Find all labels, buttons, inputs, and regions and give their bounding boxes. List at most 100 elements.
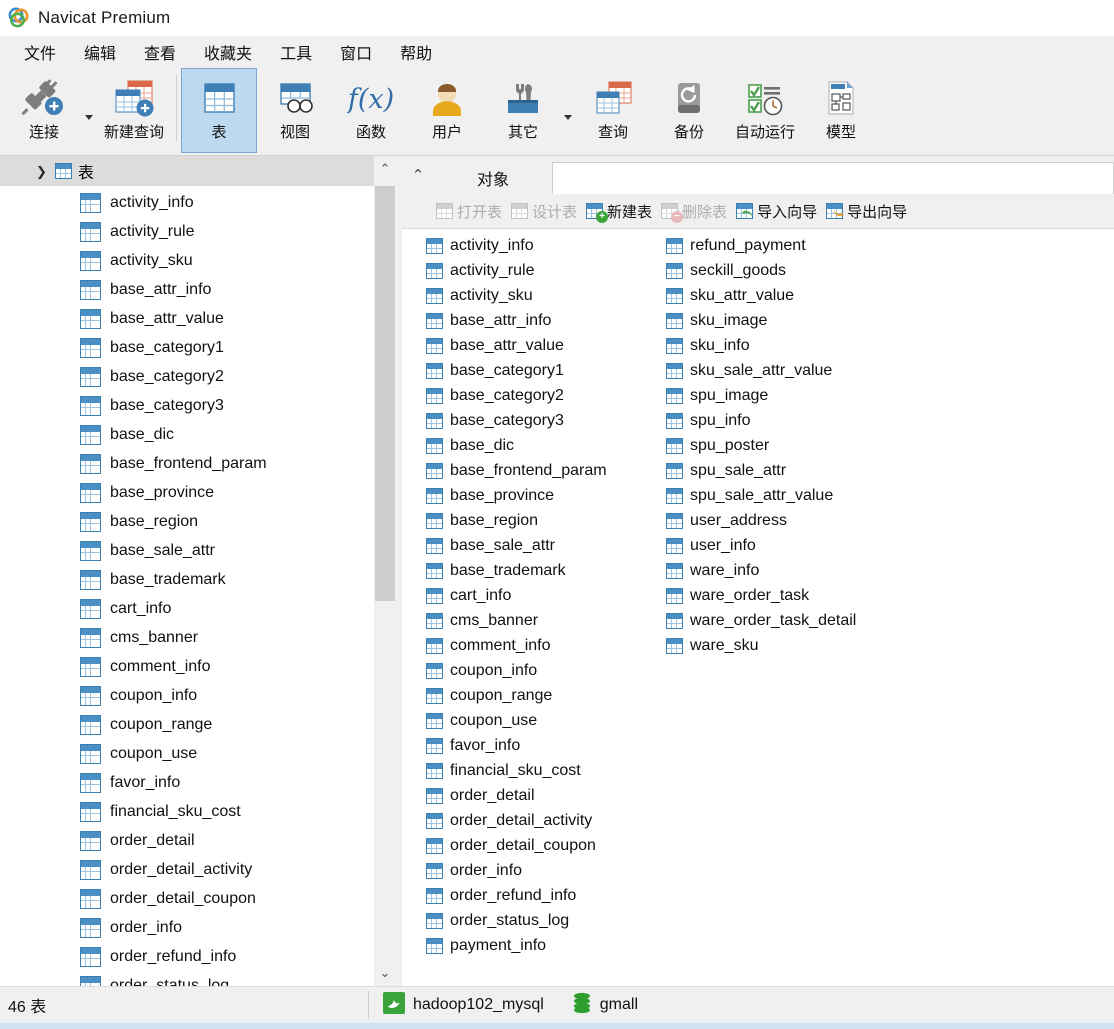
object-item-ware_info[interactable]: ware_info bbox=[666, 558, 856, 583]
object-list-column-1[interactable]: activity_info activity_rule activity_sku ba… bbox=[426, 233, 607, 958]
object-item-base_dic[interactable]: base_dic bbox=[426, 433, 607, 458]
sidebar-item-base_category1[interactable]: base_category1 bbox=[0, 333, 396, 362]
sidebar-item-base_attr_info[interactable]: base_attr_info bbox=[0, 275, 396, 304]
menu-window[interactable]: 窗口 bbox=[326, 37, 386, 67]
ribbon-button-new-query[interactable]: 新建查询 bbox=[96, 68, 172, 153]
tab-objects[interactable]: 对象 bbox=[434, 162, 552, 194]
design-table-button[interactable]: 设计表 bbox=[511, 201, 577, 222]
sidebar-item-base_sale_attr[interactable]: base_sale_attr bbox=[0, 536, 396, 565]
object-item-activity_info[interactable]: activity_info bbox=[426, 233, 607, 258]
sidebar-scroll-track[interactable] bbox=[374, 182, 396, 960]
sidebar-item-coupon_info[interactable]: coupon_info bbox=[0, 681, 396, 710]
object-item-order_status_log[interactable]: order_status_log bbox=[426, 908, 607, 933]
object-item-base_attr_value[interactable]: base_attr_value bbox=[426, 333, 607, 358]
sidebar-item-order_detail_coupon[interactable]: order_detail_coupon bbox=[0, 884, 396, 913]
object-item-order_detail[interactable]: order_detail bbox=[426, 783, 607, 808]
import-wizard-button[interactable]: 导入向导 bbox=[736, 201, 817, 222]
sidebar-item-base_region[interactable]: base_region bbox=[0, 507, 396, 536]
sidebar-item-cart_info[interactable]: cart_info bbox=[0, 594, 396, 623]
object-item-spu_poster[interactable]: spu_poster bbox=[666, 433, 856, 458]
scroll-up-icon[interactable]: ⌃ bbox=[374, 156, 396, 182]
sidebar-item-activity_rule[interactable]: activity_rule bbox=[0, 217, 396, 246]
chevron-down-icon[interactable]: ❯ bbox=[36, 165, 47, 178]
sidebar-item-activity_info[interactable]: activity_info bbox=[0, 188, 396, 217]
object-item-base_trademark[interactable]: base_trademark bbox=[426, 558, 607, 583]
object-item-seckill_goods[interactable]: seckill_goods bbox=[666, 258, 856, 283]
ribbon-button-table[interactable]: 表 bbox=[181, 68, 257, 153]
sidebar-item-base_trademark[interactable]: base_trademark bbox=[0, 565, 396, 594]
chevron-up-icon[interactable]: ⌃ bbox=[402, 156, 434, 194]
object-item-base_category2[interactable]: base_category2 bbox=[426, 383, 607, 408]
sidebar-scroll-thumb[interactable] bbox=[375, 186, 395, 601]
sidebar-item-cms_banner[interactable]: cms_banner bbox=[0, 623, 396, 652]
open-table-button[interactable]: 打开表 bbox=[436, 201, 502, 222]
menu-edit[interactable]: 编辑 bbox=[70, 37, 130, 67]
ribbon-button-user[interactable]: 用户 bbox=[409, 68, 485, 153]
new-table-button[interactable]: + 新建表 bbox=[586, 201, 652, 223]
ribbon-button-model[interactable]: 模型 bbox=[803, 68, 879, 153]
object-list-column-2[interactable]: refund_payment seckill_goods sku_attr_valu… bbox=[666, 233, 856, 658]
object-item-coupon_range[interactable]: coupon_range bbox=[426, 683, 607, 708]
other-dropdown-caret[interactable] bbox=[561, 68, 575, 153]
object-item-ware_sku[interactable]: ware_sku bbox=[666, 633, 856, 658]
object-item-ware_order_task_detail[interactable]: ware_order_task_detail bbox=[666, 608, 856, 633]
sidebar-scrollbar[interactable]: ⌃ ⌄ bbox=[374, 156, 396, 986]
object-item-base_category3[interactable]: base_category3 bbox=[426, 408, 607, 433]
sidebar-item-base_dic[interactable]: base_dic bbox=[0, 420, 396, 449]
object-item-user_address[interactable]: user_address bbox=[666, 508, 856, 533]
sidebar-group-tables[interactable]: ❯ 表 bbox=[0, 156, 396, 186]
ribbon-button-query[interactable]: 查询 bbox=[575, 68, 651, 153]
sidebar-item-base_frontend_param[interactable]: base_frontend_param bbox=[0, 449, 396, 478]
object-item-user_info[interactable]: user_info bbox=[666, 533, 856, 558]
sidebar-table-list[interactable]: activity_info activity_rule activity_sku ba… bbox=[0, 186, 396, 986]
sidebar-item-coupon_use[interactable]: coupon_use bbox=[0, 739, 396, 768]
object-item-sku_attr_value[interactable]: sku_attr_value bbox=[666, 283, 856, 308]
sidebar-item-activity_sku[interactable]: activity_sku bbox=[0, 246, 396, 275]
sidebar-item-comment_info[interactable]: comment_info bbox=[0, 652, 396, 681]
object-item-order_detail_coupon[interactable]: order_detail_coupon bbox=[426, 833, 607, 858]
object-item-financial_sku_cost[interactable]: financial_sku_cost bbox=[426, 758, 607, 783]
object-item-activity_rule[interactable]: activity_rule bbox=[426, 258, 607, 283]
object-item-order_refund_info[interactable]: order_refund_info bbox=[426, 883, 607, 908]
menu-favorites[interactable]: 收藏夹 bbox=[190, 37, 266, 67]
sidebar-item-favor_info[interactable]: favor_info bbox=[0, 768, 396, 797]
export-wizard-button[interactable]: 导出向导 bbox=[826, 201, 907, 222]
sidebar-item-base_attr_value[interactable]: base_attr_value bbox=[0, 304, 396, 333]
object-item-order_detail_activity[interactable]: order_detail_activity bbox=[426, 808, 607, 833]
object-item-sku_sale_attr_value[interactable]: sku_sale_attr_value bbox=[666, 358, 856, 383]
object-item-comment_info[interactable]: comment_info bbox=[426, 633, 607, 658]
object-item-sku_info[interactable]: sku_info bbox=[666, 333, 856, 358]
object-item-coupon_info[interactable]: coupon_info bbox=[426, 658, 607, 683]
object-item-spu_sale_attr_value[interactable]: spu_sale_attr_value bbox=[666, 483, 856, 508]
ribbon-button-function[interactable]: f(x) 函数 bbox=[333, 68, 409, 153]
object-item-coupon_use[interactable]: coupon_use bbox=[426, 708, 607, 733]
ribbon-button-connection[interactable]: 连接 bbox=[6, 68, 82, 153]
object-item-spu_image[interactable]: spu_image bbox=[666, 383, 856, 408]
object-item-base_category1[interactable]: base_category1 bbox=[426, 358, 607, 383]
object-item-payment_info[interactable]: payment_info bbox=[426, 933, 607, 958]
object-item-ware_order_task[interactable]: ware_order_task bbox=[666, 583, 856, 608]
sidebar-item-base_category3[interactable]: base_category3 bbox=[0, 391, 396, 420]
object-item-base_sale_attr[interactable]: base_sale_attr bbox=[426, 533, 607, 558]
object-item-base_attr_info[interactable]: base_attr_info bbox=[426, 308, 607, 333]
sidebar-item-base_category2[interactable]: base_category2 bbox=[0, 362, 396, 391]
menu-tools[interactable]: 工具 bbox=[266, 37, 326, 67]
object-item-order_info[interactable]: order_info bbox=[426, 858, 607, 883]
sidebar-item-order_detail[interactable]: order_detail bbox=[0, 826, 396, 855]
object-item-cart_info[interactable]: cart_info bbox=[426, 583, 607, 608]
ribbon-button-automation[interactable]: 自动运行 bbox=[727, 68, 803, 153]
object-item-spu_sale_attr[interactable]: spu_sale_attr bbox=[666, 458, 856, 483]
scroll-down-icon[interactable]: ⌄ bbox=[374, 960, 396, 986]
ribbon-button-other[interactable]: 其它 bbox=[485, 68, 561, 153]
object-item-activity_sku[interactable]: activity_sku bbox=[426, 283, 607, 308]
object-item-refund_payment[interactable]: refund_payment bbox=[666, 233, 856, 258]
object-list[interactable]: activity_info activity_rule activity_sku ba… bbox=[402, 229, 1114, 986]
sidebar-item-order_info[interactable]: order_info bbox=[0, 913, 396, 942]
sidebar-item-coupon_range[interactable]: coupon_range bbox=[0, 710, 396, 739]
connection-dropdown-caret[interactable] bbox=[82, 68, 96, 153]
object-item-base_province[interactable]: base_province bbox=[426, 483, 607, 508]
menu-view[interactable]: 查看 bbox=[130, 37, 190, 67]
status-database[interactable]: gmall bbox=[558, 992, 652, 1019]
sidebar-item-base_province[interactable]: base_province bbox=[0, 478, 396, 507]
ribbon-button-view[interactable]: 视图 bbox=[257, 68, 333, 153]
